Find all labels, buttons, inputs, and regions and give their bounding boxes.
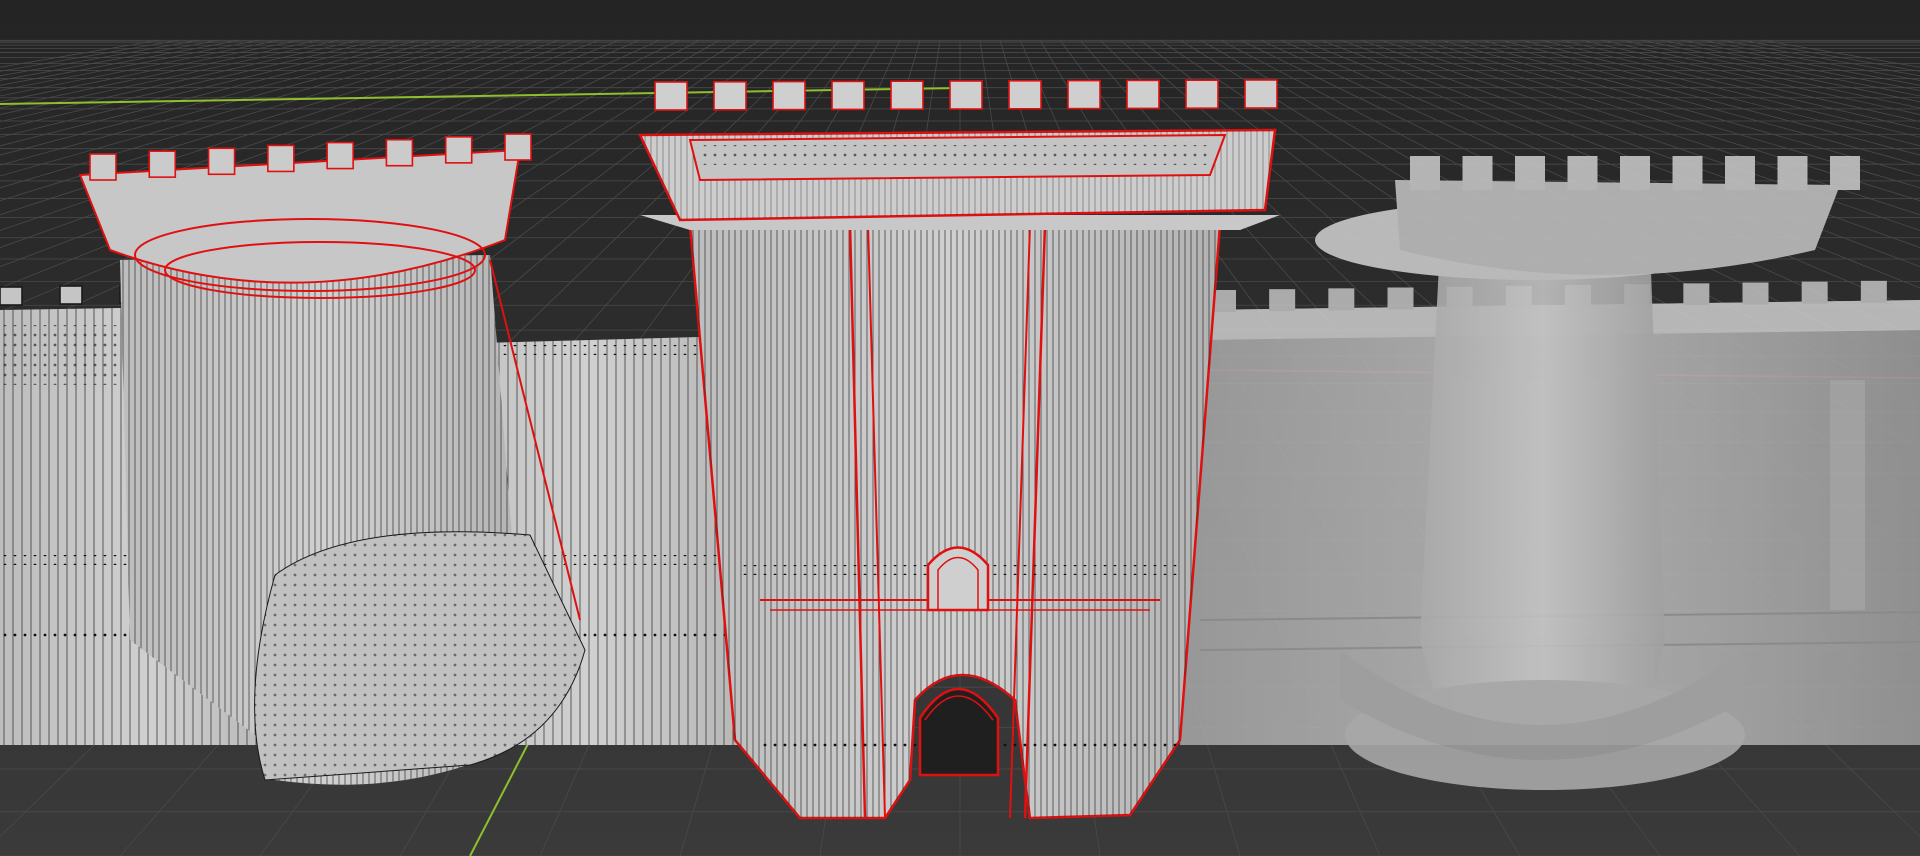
crenellation-icon (1410, 156, 1860, 190)
arch-icon[interactable] (918, 687, 1000, 777)
3d-viewport[interactable] (0, 0, 1920, 856)
viewport-canvas[interactable] (0, 0, 1920, 856)
arch-icon (926, 546, 990, 612)
